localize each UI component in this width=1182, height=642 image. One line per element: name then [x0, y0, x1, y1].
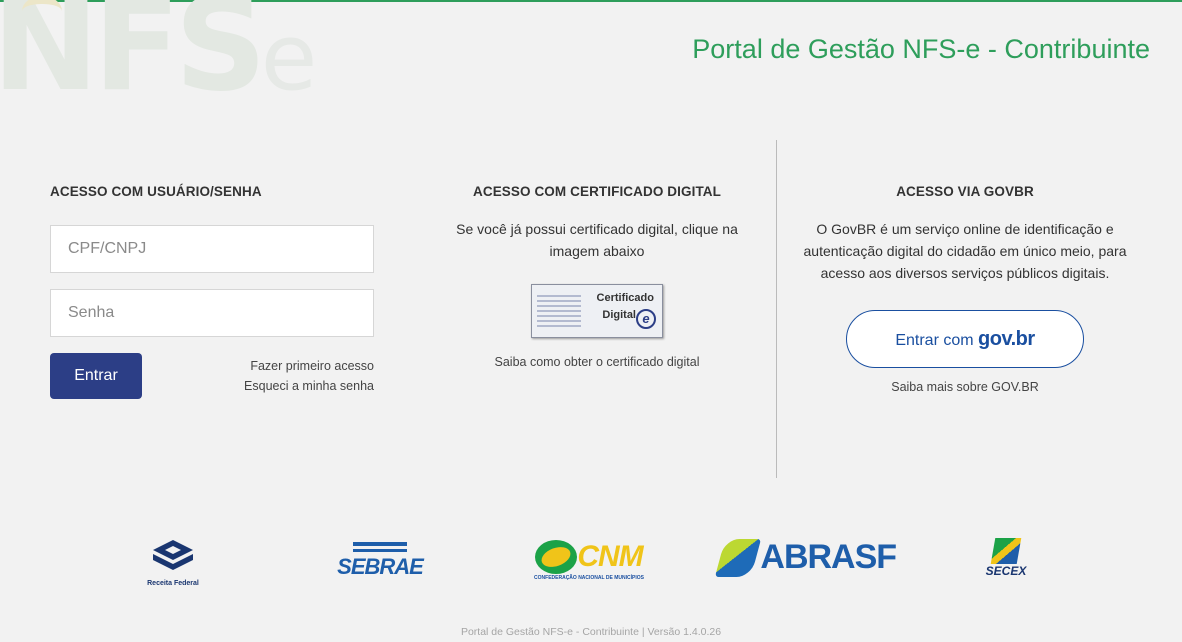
cnm-sublabel: CONFEDERAÇÃO NACIONAL DE MUNICÍPIOS	[534, 575, 644, 581]
cnm-logo: CNM CONFEDERAÇÃO NACIONAL DE MUNICÍPIOS	[526, 540, 652, 581]
cnm-globe-icon	[535, 540, 578, 574]
certificate-badge-line1: Certificado	[596, 292, 654, 304]
footer-version: Portal de Gestão NFS-e - Contribuinte | …	[460, 626, 722, 638]
abrasf-logo: ABRASF	[710, 538, 906, 577]
certificate-badge-line2: Digital	[602, 309, 636, 321]
digital-certificate-button[interactable]: Certificado Digital e	[531, 284, 663, 338]
login-actions: Entrar Fazer primeiro acesso Esqueci a m…	[50, 353, 374, 401]
sebrae-logo: SEBRAE	[330, 542, 430, 580]
certificate-info-link[interactable]: Saiba como obter o certificado digital	[432, 355, 762, 369]
secex-label: SECEX	[985, 564, 1027, 578]
govbr-info-link[interactable]: Saiba mais sobre GOV.BR	[800, 380, 1130, 394]
abrasf-label: ABRASF	[760, 538, 897, 576]
certificate-heading: ACESSO COM CERTIFICADO DIGITAL	[473, 184, 721, 199]
e-circle-icon: e	[636, 309, 656, 329]
govbr-button-prefix: Entrar com	[895, 331, 974, 349]
first-access-link[interactable]: Fazer primeiro acesso	[244, 356, 374, 376]
certificate-section: ACESSO COM CERTIFICADO DIGITAL Se você j…	[432, 184, 762, 369]
login-section: ACESSO COM USUÁRIO/SENHA Entrar Fazer pr…	[50, 184, 374, 401]
forgot-password-link[interactable]: Esqueci a minha senha	[244, 376, 374, 396]
secex-flag-icon	[990, 538, 1022, 564]
secex-logo: SECEX	[976, 538, 1036, 578]
nfse-watermark-logo: NFSe	[0, 0, 318, 111]
login-links: Fazer primeiro acesso Esqueci a minha se…	[244, 356, 374, 396]
sebrae-bars-icon	[353, 542, 407, 552]
certificate-description: Se você já possui certificado digital, c…	[456, 221, 738, 259]
partner-logos: Receita Federal SEBRAE CNM CONFEDERAÇÃO …	[0, 534, 1182, 598]
receita-federal-logo: Receita Federal	[138, 538, 208, 587]
page-title: Portal de Gestão NFS-e - Contribuinte	[692, 34, 1150, 64]
login-button[interactable]: Entrar	[50, 353, 142, 399]
govbr-brand-logo: gov.br	[978, 327, 1035, 350]
govbr-section: ACESSO VIA GOVBR O GovBR é um serviço on…	[800, 184, 1130, 394]
login-heading: ACESSO COM USUÁRIO/SENHA	[50, 184, 262, 199]
sebrae-label: SEBRAE	[337, 554, 424, 579]
abrasf-flag-icon	[714, 538, 762, 577]
logo-arc-decoration	[22, 0, 62, 26]
receita-federal-icon	[153, 540, 193, 570]
cnm-label: CNM	[577, 540, 643, 573]
govbr-description: O GovBR é um serviço online de identific…	[803, 221, 1127, 281]
certificate-pattern-icon	[537, 295, 581, 327]
govbr-heading: ACESSO VIA GOVBR	[896, 184, 1034, 199]
receita-federal-label: Receita Federal	[147, 580, 199, 587]
cpf-cnpj-input[interactable]	[50, 225, 374, 273]
logo-suffix: e	[260, 4, 318, 111]
govbr-login-button[interactable]: Entrar com gov.br	[846, 310, 1084, 368]
column-divider	[776, 140, 777, 478]
password-input[interactable]	[50, 289, 374, 337]
